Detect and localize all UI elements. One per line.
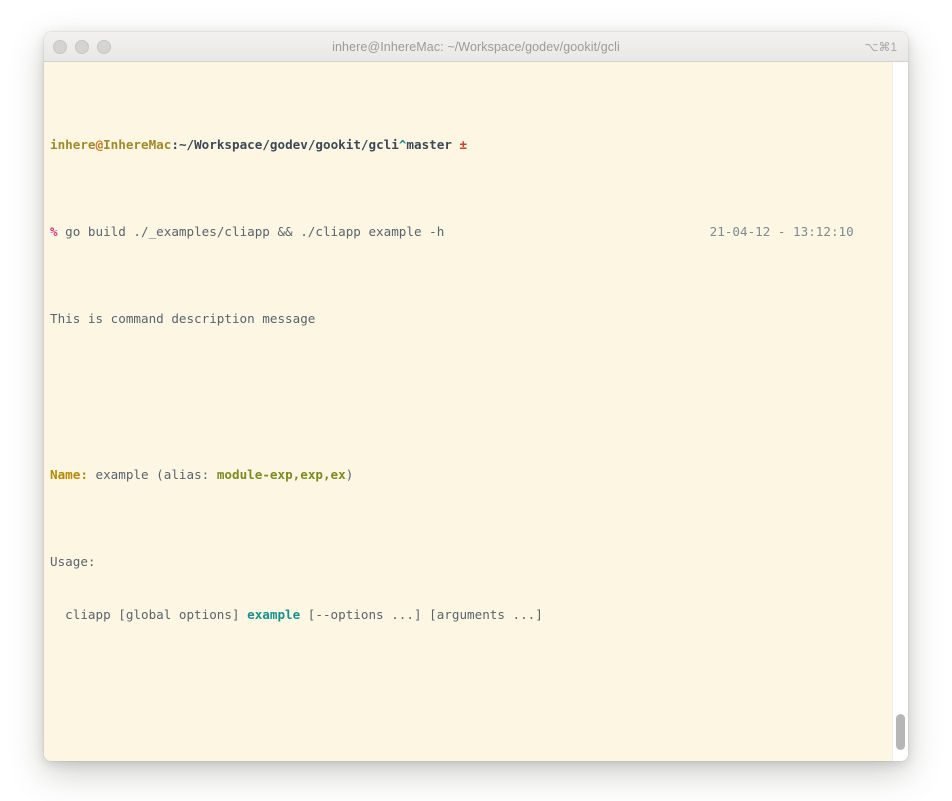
prompt-cwd: ~/Workspace/godev/gookit/gcli	[179, 137, 399, 152]
window-controls	[53, 32, 111, 61]
timestamp-spacer	[444, 224, 709, 239]
command-description: This is command description message	[50, 310, 908, 327]
terminal-output: inhere@InhereMac:~/Workspace/godev/gooki…	[50, 66, 908, 761]
blank-line	[50, 675, 908, 692]
name-label: Name:	[50, 467, 88, 482]
minimize-button[interactable]	[75, 40, 89, 54]
usage-label: Usage:	[50, 553, 908, 570]
prompt-colon: :	[171, 137, 179, 152]
close-button[interactable]	[53, 40, 67, 54]
window-shortcut-hint: ⌥⌘1	[864, 32, 897, 61]
terminal-body[interactable]: inhere@InhereMac:~/Workspace/godev/gooki…	[44, 62, 908, 761]
zoom-button[interactable]	[97, 40, 111, 54]
terminal-window: inhere@InhereMac: ~/Workspace/godev/gook…	[44, 32, 908, 761]
prompt-user: inhere	[50, 137, 96, 152]
vertical-scrollbar-track[interactable]	[892, 62, 908, 761]
name-close-paren: )	[346, 467, 354, 482]
command-timestamp: 21-04-12 - 13:12:10	[710, 224, 854, 239]
window-title-bar: inhere@InhereMac: ~/Workspace/godev/gook…	[44, 32, 908, 62]
prompt-line: inhere@InhereMac:~/Workspace/godev/gooki…	[50, 136, 908, 153]
blank-line	[50, 379, 908, 396]
name-value: example (alias:	[88, 467, 217, 482]
page-backdrop: inhere@InhereMac: ~/Workspace/godev/gook…	[0, 0, 952, 801]
usage-suffix: [--options ...] [arguments ...]	[300, 607, 543, 622]
name-line: Name: example (alias: module-exp,exp,ex)	[50, 466, 908, 483]
vertical-scrollbar-thumb[interactable]	[896, 714, 905, 750]
name-alias: module-exp,exp,ex	[217, 467, 346, 482]
usage-line: cliapp [global options] example [--optio…	[50, 606, 908, 623]
usage-prefix: cliapp [global options]	[50, 607, 247, 622]
command-line: % go build ./_examples/cliapp && ./cliap…	[50, 223, 908, 240]
prompt-at-icon: @	[96, 137, 104, 152]
usage-command: example	[247, 607, 300, 622]
prompt-symbol: %	[50, 224, 58, 239]
command-text: go build ./_examples/cliapp && ./cliapp …	[58, 224, 445, 239]
prompt-host: InhereMac	[103, 137, 171, 152]
window-title: inhere@InhereMac: ~/Workspace/godev/gook…	[44, 40, 908, 54]
git-branch-name: master	[406, 137, 452, 152]
git-dirty-icon: ±	[460, 137, 468, 152]
